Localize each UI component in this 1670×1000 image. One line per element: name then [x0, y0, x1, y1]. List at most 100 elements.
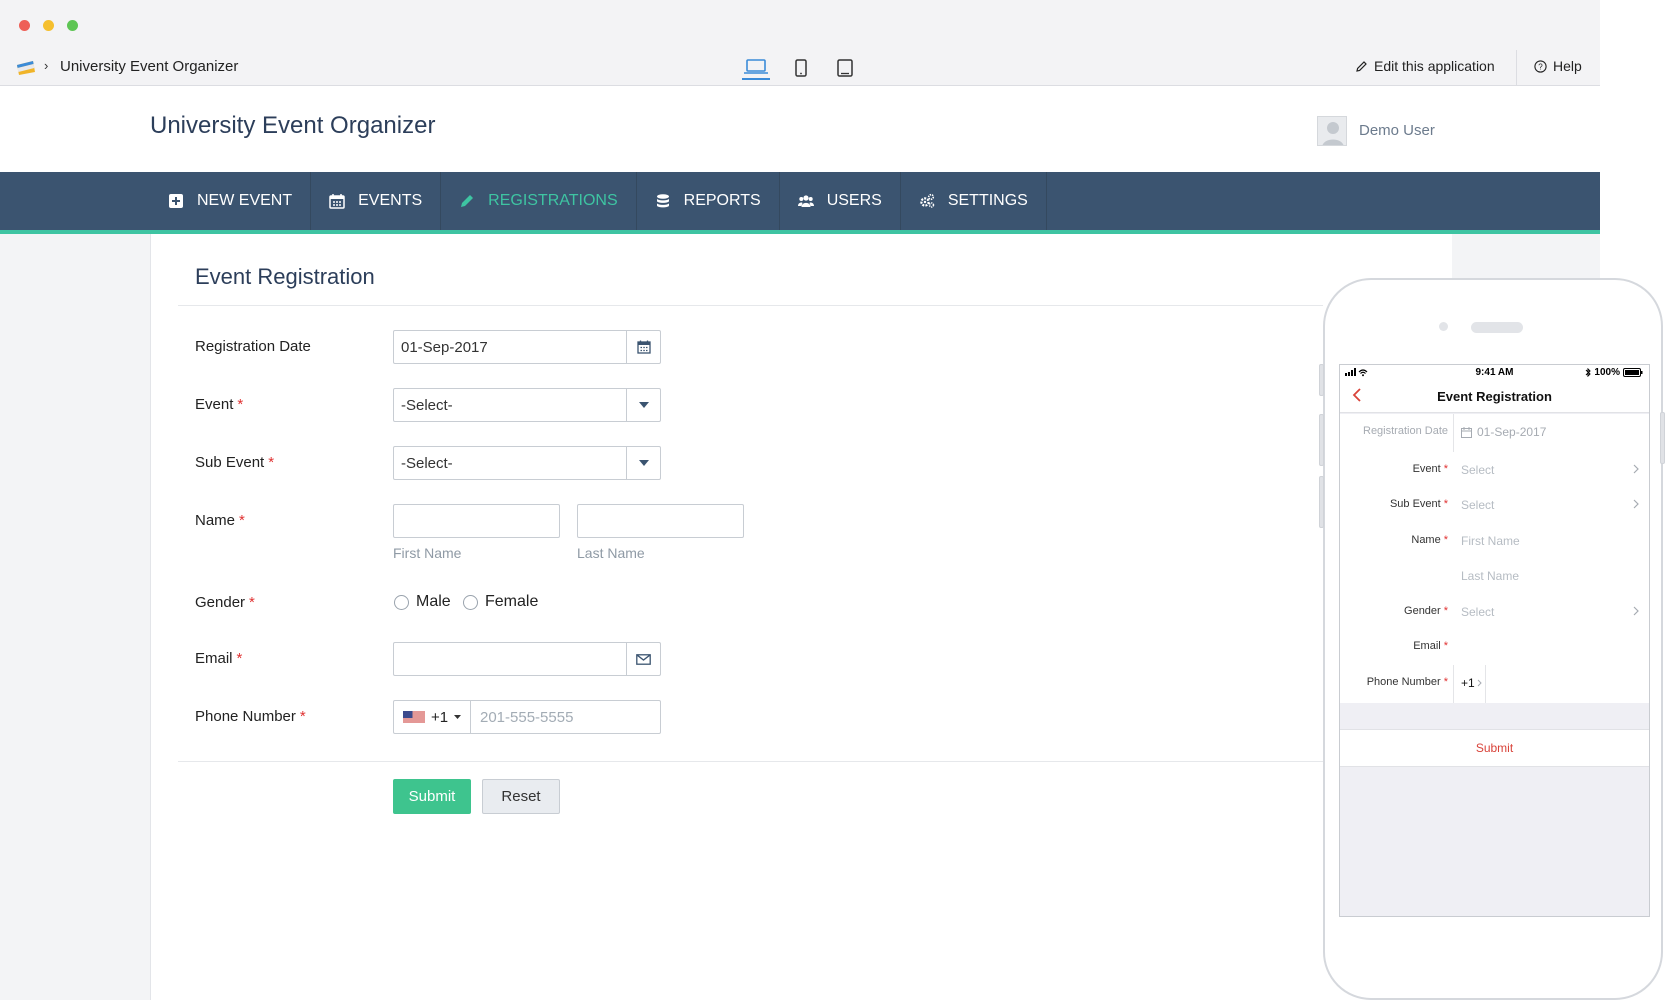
mobile-gender-row[interactable]: Gender * Select	[1340, 594, 1649, 632]
mobile-first-name-input[interactable]: First Name	[1461, 534, 1520, 548]
user-name[interactable]: Demo User	[1359, 122, 1435, 139]
breadcrumb-app-name[interactable]: University Event Organizer	[60, 58, 238, 75]
reset-button[interactable]: Reset	[482, 779, 560, 814]
nav-item-events[interactable]: EVENTS	[311, 172, 442, 230]
gender-male-label[interactable]: Male	[416, 593, 451, 611]
mobile-status-bar: 9:41 AM 100%	[1340, 365, 1649, 381]
mobile-header: Event Registration	[1340, 381, 1649, 413]
mobile-last-name-input[interactable]: Last Name	[1461, 569, 1519, 583]
nav-item-label: NEW EVENT	[197, 192, 293, 209]
pencil-icon	[461, 195, 474, 207]
mobile-submit-button[interactable]: Submit	[1340, 741, 1649, 755]
database-icon	[656, 194, 669, 208]
mobile-email-label: Email *	[1413, 640, 1448, 652]
close-window-button[interactable]	[19, 20, 30, 31]
country-code-select[interactable]: +1	[394, 701, 471, 733]
mobile-sub-event-label: Sub Event *	[1389, 498, 1448, 510]
mobile-first-name-row[interactable]: Name * First Name	[1340, 523, 1649, 561]
calendar-icon	[329, 194, 345, 209]
gears-icon	[920, 193, 935, 208]
mobile-gender-label: Gender *	[1404, 605, 1448, 617]
nav-item-label: EVENTS	[358, 192, 423, 209]
mobile-email-row[interactable]: Email *	[1340, 629, 1649, 667]
mobile-status-battery: 100%	[1585, 367, 1643, 378]
nav-item-label: SETTINGS	[947, 192, 1028, 209]
chevron-right-icon	[1633, 464, 1639, 474]
caret-down-icon[interactable]	[626, 447, 660, 479]
laptop-icon[interactable]	[742, 56, 770, 80]
screen: › University Event Organizer Edit this a…	[0, 0, 1670, 1000]
registration-date-value: 01-Sep-2017	[401, 339, 488, 356]
envelope-icon	[626, 643, 660, 675]
form-panel	[150, 234, 1452, 1000]
phone-side-button	[1319, 414, 1324, 466]
sub-event-select[interactable]: -Select-	[393, 446, 661, 480]
mobile-sub-event-value: Select	[1461, 498, 1495, 512]
phone-camera	[1439, 322, 1448, 331]
help-link[interactable]: ? Help	[1534, 58, 1582, 74]
nav-item-settings[interactable]: SETTINGS	[901, 172, 1047, 230]
help-circle-icon: ?	[1534, 59, 1547, 73]
last-name-hint: Last Name	[577, 545, 645, 561]
chevron-right-icon	[1477, 679, 1482, 687]
gender-male-radio[interactable]	[394, 595, 409, 610]
avatar[interactable]	[1317, 116, 1347, 146]
edit-application-label: Edit this application	[1374, 58, 1495, 74]
maximize-window-button[interactable]	[67, 20, 78, 31]
svg-text:?: ?	[1538, 62, 1543, 71]
mobile-last-name-row[interactable]: Last Name	[1340, 558, 1649, 596]
pencil-icon	[1356, 60, 1367, 72]
app-logo-icon	[17, 61, 35, 75]
edit-application-link[interactable]: Edit this application	[1355, 58, 1495, 74]
event-select[interactable]: -Select-	[393, 388, 661, 422]
form-divider-bottom	[178, 761, 1323, 762]
mobile-phone-row[interactable]: Phone Number * +1	[1340, 665, 1649, 703]
mobile-row-divider	[1453, 414, 1454, 452]
phone-side-button	[1319, 364, 1324, 396]
phone-number-field[interactable]: +1 201-555-5555	[393, 700, 661, 734]
mobile-event-row[interactable]: Event * Select	[1340, 452, 1649, 490]
last-name-input[interactable]	[577, 504, 744, 538]
first-name-input[interactable]	[393, 504, 560, 538]
first-name-hint: First Name	[393, 545, 462, 561]
tablet-icon[interactable]	[831, 56, 859, 80]
mobile-submit-row[interactable]: Submit	[1340, 729, 1649, 767]
nav-item-new-event[interactable]: NEW EVENT	[150, 172, 312, 230]
bluetooth-icon	[1586, 368, 1592, 377]
gender-female-label[interactable]: Female	[485, 593, 538, 611]
mobile-icon[interactable]	[787, 56, 815, 80]
form-divider-top	[178, 305, 1323, 306]
calendar-icon[interactable]	[626, 331, 660, 363]
mobile-row-divider	[1453, 665, 1454, 703]
submit-button[interactable]: Submit	[393, 779, 471, 814]
mobile-phone-code[interactable]: +1	[1461, 676, 1475, 690]
nav-item-registrations[interactable]: REGISTRATIONS	[441, 172, 637, 230]
phone-number-label: Phone Number *	[195, 708, 306, 725]
breadcrumb-separator: ›	[44, 58, 49, 73]
mobile-event-label: Event *	[1412, 463, 1448, 475]
minimize-window-button[interactable]	[43, 20, 54, 31]
nav-item-reports[interactable]: REPORTS	[637, 172, 780, 230]
plus-square-icon	[169, 194, 183, 208]
chevron-right-icon	[1633, 606, 1639, 616]
email-field[interactable]	[393, 642, 661, 676]
mobile-event-value: Select	[1461, 463, 1495, 477]
mobile-gender-value: Select	[1461, 605, 1495, 619]
caret-down-icon[interactable]	[626, 389, 660, 421]
calendar-icon	[1461, 427, 1472, 438]
mobile-sub-event-row[interactable]: Sub Event * Select	[1340, 487, 1649, 525]
us-flag-icon	[403, 710, 425, 724]
event-label: Event *	[195, 396, 244, 413]
phone-side-button	[1660, 412, 1665, 464]
nav-item-label: REPORTS	[683, 192, 761, 209]
page-gutter-left	[0, 234, 150, 1000]
users-icon	[797, 195, 814, 207]
app-title: University Event Organizer	[150, 112, 436, 139]
window-titlebar	[0, 0, 1600, 50]
mobile-registration-date-row[interactable]: Registration Date 01-Sep-2017	[1340, 414, 1649, 452]
mobile-row-divider	[1485, 665, 1486, 703]
nav-item-users[interactable]: USERS	[780, 172, 901, 230]
registration-date-field[interactable]: 01-Sep-2017	[393, 330, 661, 364]
gender-female-radio[interactable]	[463, 595, 478, 610]
mobile-screen: 9:41 AM 100% Event Registration Registra…	[1339, 364, 1650, 917]
